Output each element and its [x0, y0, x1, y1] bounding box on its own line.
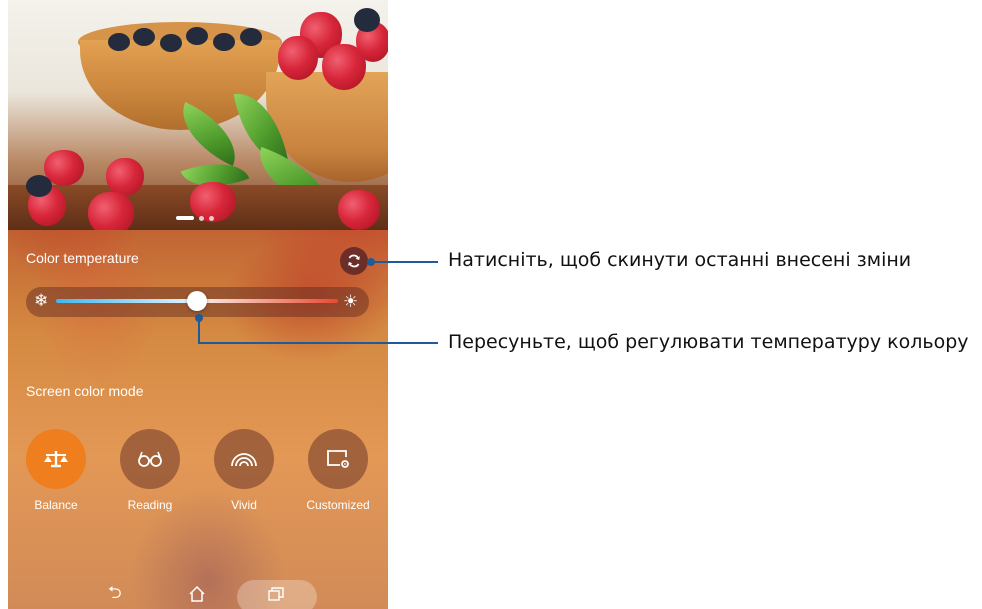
- page-indicator-dot: [209, 215, 214, 221]
- slider-thumb[interactable]: [187, 291, 207, 311]
- mode-balance-button[interactable]: [26, 429, 86, 489]
- color-temperature-label: Color temperature: [26, 250, 139, 266]
- custom-settings-icon: [327, 450, 349, 468]
- callout-reset-text: Натисніть, щоб скинути останні внесені з…: [448, 249, 912, 271]
- rainbow-icon: [231, 453, 257, 467]
- mode-vivid-button[interactable]: [214, 429, 274, 489]
- callout-slider-text: Пересуньте, щоб регулювати температуру к…: [448, 331, 969, 353]
- home-icon[interactable]: [188, 585, 206, 603]
- mode-customized-label: Customized: [306, 498, 370, 512]
- page-indicator-dot: [199, 215, 204, 221]
- mode-customized[interactable]: Customized: [298, 429, 378, 512]
- mode-balance[interactable]: Balance: [16, 429, 96, 512]
- refresh-icon: [348, 254, 360, 268]
- back-icon[interactable]: ⮌: [108, 583, 122, 603]
- mode-reading-label: Reading: [127, 498, 173, 512]
- phone-screen: Color temperature ❄ ☀ Screen color mode …: [8, 0, 388, 609]
- sun-icon: ☀: [343, 292, 359, 311]
- mode-vivid[interactable]: Vivid: [204, 429, 284, 512]
- mode-customized-button[interactable]: [308, 429, 368, 489]
- header-image: [8, 0, 388, 230]
- navigation-bar: ⮌: [8, 578, 388, 609]
- reset-button[interactable]: [340, 247, 368, 275]
- mode-vivid-label: Vivid: [231, 498, 257, 512]
- screen-color-mode-label: Screen color mode: [26, 383, 144, 399]
- page-indicator-dot: [176, 216, 194, 220]
- recents-icon[interactable]: [268, 587, 284, 601]
- mode-reading-button[interactable]: [120, 429, 180, 489]
- mode-reading[interactable]: Reading: [110, 429, 190, 512]
- mode-balance-label: Balance: [34, 498, 78, 512]
- snowflake-icon: ❄: [34, 291, 49, 310]
- balance-scale-icon: [44, 451, 68, 468]
- glasses-icon: [138, 451, 162, 467]
- callout-reset-line: [371, 261, 438, 263]
- page-indicator: [176, 214, 214, 222]
- callout-slider-line: [198, 342, 438, 344]
- callout-slider-line-vertical: [198, 317, 200, 343]
